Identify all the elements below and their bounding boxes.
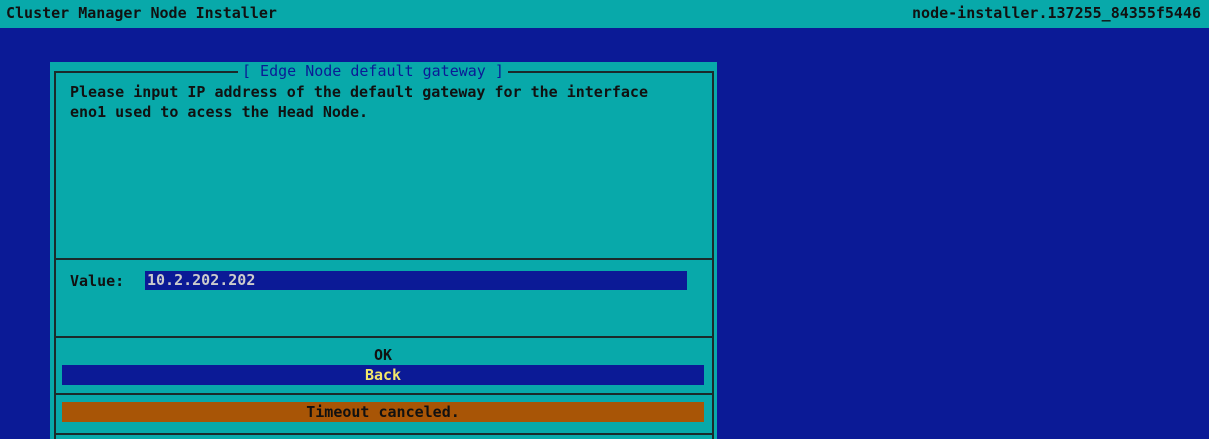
divider	[54, 336, 714, 338]
host-id: node-installer.137255_84355f5446	[912, 4, 1201, 22]
status-bar: Timeout canceled.	[62, 402, 704, 422]
value-label: Value:	[70, 272, 125, 290]
dialog-title: [ Edge Node default gateway ]	[238, 63, 508, 80]
gateway-dialog: [ Edge Node default gateway ] Please inp…	[50, 62, 717, 439]
message-line: eno1 used to acess the Head Node.	[70, 103, 369, 121]
divider	[54, 393, 714, 395]
back-button[interactable]: Back	[62, 365, 704, 385]
dialog-message: Please input IP address of the default g…	[70, 82, 690, 122]
ok-button[interactable]: OK	[62, 345, 704, 365]
message-line: Please input IP address of the default g…	[70, 83, 648, 101]
divider	[54, 433, 714, 435]
divider	[54, 258, 714, 260]
app-title: Cluster Manager Node Installer	[6, 4, 277, 22]
installer-screen: Cluster Manager Node Installer node-inst…	[0, 0, 1209, 439]
title-bar: Cluster Manager Node Installer node-inst…	[0, 0, 1209, 28]
gateway-ip-input[interactable]	[145, 271, 687, 290]
